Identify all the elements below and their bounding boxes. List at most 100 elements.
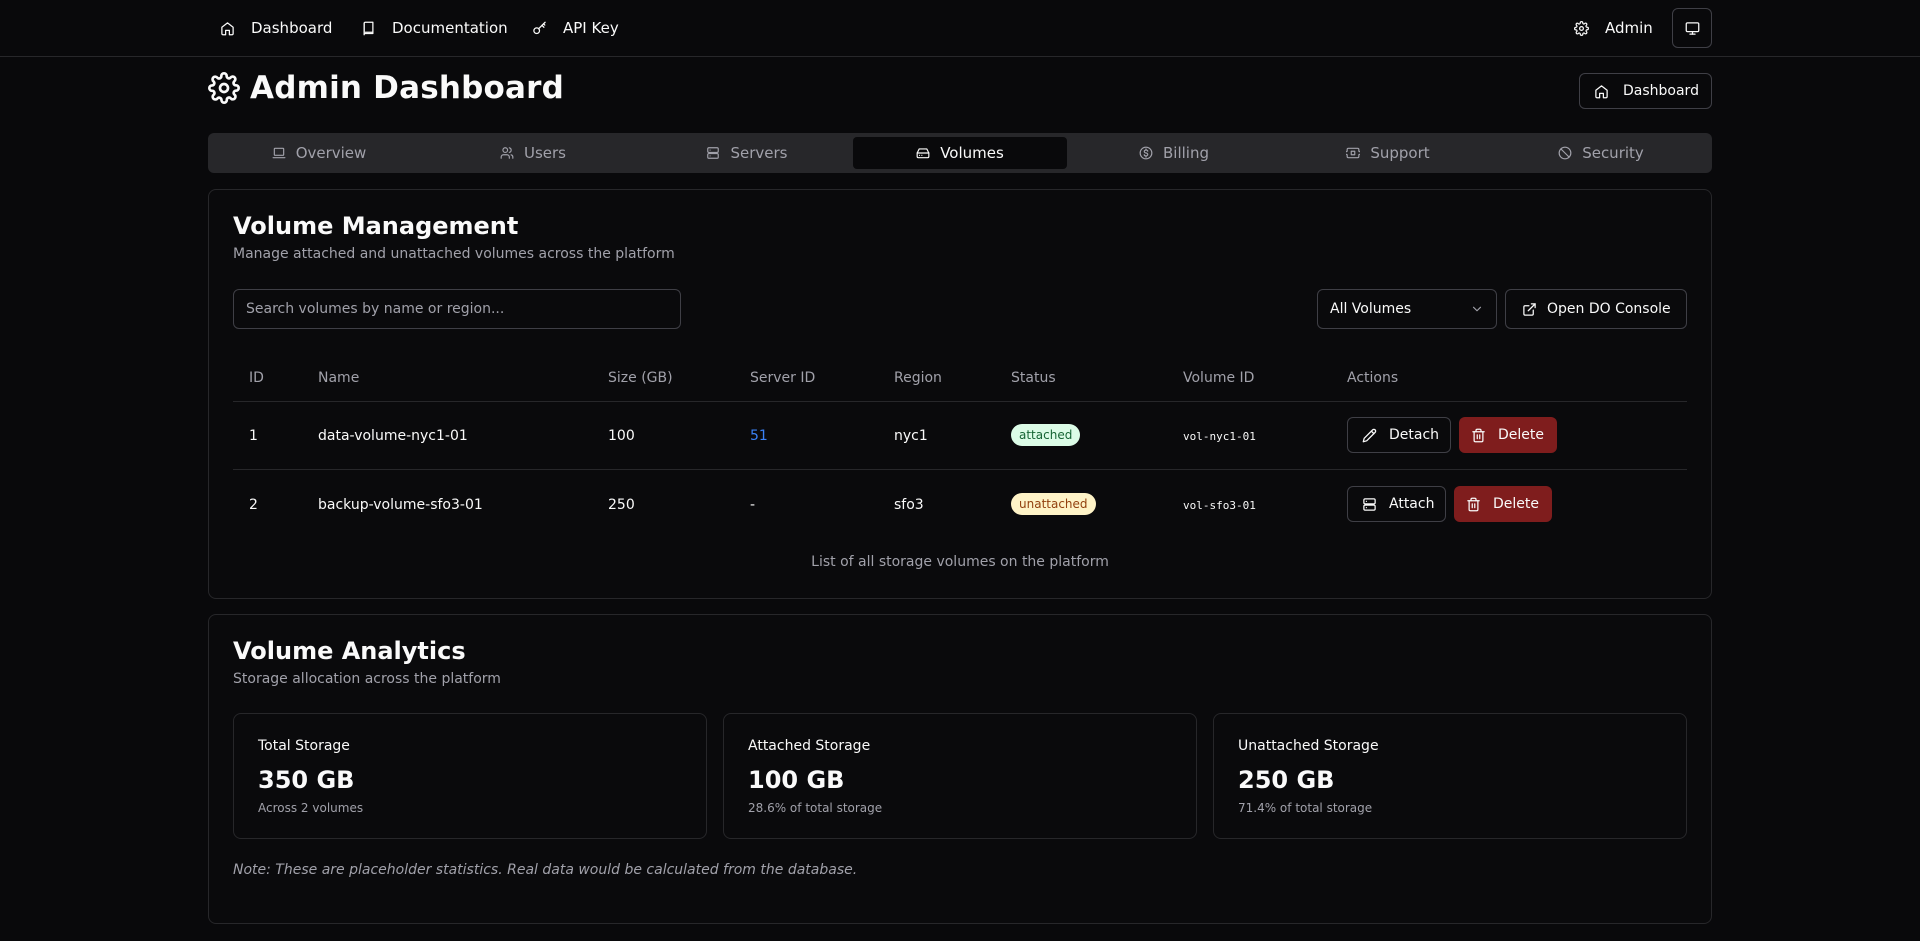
pencil-icon: [1362, 428, 1377, 443]
volume-filter-value: All Volumes: [1330, 301, 1412, 317]
nav-api-key-link[interactable]: API Key: [532, 0, 619, 56]
tab-overview-label: Overview: [295, 144, 367, 162]
column-header-size: Size (GB): [608, 370, 673, 386]
tab-security-label: Security: [1582, 144, 1644, 162]
stat-value: 350 GB: [258, 766, 355, 794]
volume-filter-select[interactable]: All Volumes: [1317, 289, 1497, 329]
cell-region: nyc1: [894, 428, 928, 444]
analytics-note: Note: These are placeholder statistics. …: [233, 862, 858, 878]
column-header-name: Name: [318, 370, 360, 386]
cell-region: sfo3: [894, 497, 924, 513]
cell-size: 100: [608, 428, 635, 444]
attach-button-label: Attach: [1389, 496, 1435, 512]
stat-unattached-storage: Unattached Storage 250 GB 71.4% of total…: [1213, 713, 1687, 839]
stat-label: Total Storage: [258, 738, 350, 754]
cell-volume-id: vol-sfo3-01: [1183, 499, 1256, 512]
nav-api-key-label: API Key: [563, 19, 619, 37]
delete-button[interactable]: Delete: [1454, 486, 1552, 522]
tab-billing-label: Billing: [1163, 144, 1209, 162]
tab-volumes-label: Volumes: [940, 144, 1004, 162]
stat-label: Attached Storage: [748, 738, 871, 754]
tab-overview[interactable]: Overview: [212, 137, 426, 169]
cell-id: 2: [249, 497, 258, 513]
chevron-down-icon: [1470, 302, 1484, 316]
nav-admin-label: Admin: [1605, 19, 1653, 37]
stat-label: Unattached Storage: [1238, 738, 1379, 754]
volume-analytics-subtitle: Storage allocation across the platform: [233, 671, 501, 687]
row-divider: [233, 469, 1687, 470]
tab-billing[interactable]: Billing: [1067, 137, 1281, 169]
stat-attached-storage: Attached Storage 100 GB 28.6% of total s…: [723, 713, 1197, 839]
server-icon: [706, 146, 720, 160]
hard-drive-icon: [916, 146, 930, 160]
admin-tabs: Overview Users Servers Volumes Billing S…: [208, 133, 1712, 173]
tab-users-label: Users: [523, 144, 566, 162]
nav-dashboard-label: Dashboard: [251, 19, 333, 37]
stat-note: Across 2 volumes: [258, 801, 364, 815]
top-navigation: Dashboard Documentation API Key Admin: [0, 0, 1920, 57]
trash-icon: [1471, 428, 1486, 443]
stat-value: 250 GB: [1238, 766, 1335, 794]
cell-id: 1: [249, 428, 258, 444]
page-header: Admin Dashboard: [208, 70, 564, 106]
tab-volumes[interactable]: Volumes: [853, 137, 1067, 169]
status-badge: attached: [1011, 424, 1081, 446]
delete-button-label: Delete: [1493, 496, 1539, 512]
home-icon: [220, 21, 235, 36]
delete-button-label: Delete: [1498, 427, 1544, 443]
key-icon: [532, 21, 547, 36]
trash-icon: [1466, 497, 1481, 512]
dashboard-button[interactable]: Dashboard: [1579, 73, 1712, 109]
status-badge: unattached: [1011, 493, 1096, 515]
ban-icon: [1558, 146, 1572, 160]
dollar-circle-icon: [1139, 146, 1153, 160]
volume-analytics-card: Volume Analytics Storage allocation acro…: [208, 614, 1712, 924]
volume-management-subtitle: Manage attached and unattached volumes a…: [233, 246, 675, 262]
tab-servers-label: Servers: [730, 144, 788, 162]
stat-note: 28.6% of total storage: [748, 801, 883, 815]
header-divider: [233, 401, 1687, 402]
ticket-icon: [1346, 146, 1361, 160]
tab-security[interactable]: Security: [1494, 137, 1708, 169]
cell-volume-id: vol-nyc1-01: [1183, 430, 1256, 443]
open-do-console-button[interactable]: Open DO Console: [1505, 289, 1687, 329]
column-header-actions: Actions: [1347, 370, 1399, 386]
home-icon: [1594, 84, 1609, 99]
stat-value: 100 GB: [748, 766, 845, 794]
tab-servers[interactable]: Servers: [640, 137, 854, 169]
server-id-link[interactable]: 51: [750, 428, 768, 444]
cell-name: data-volume-nyc1-01: [318, 428, 468, 444]
theme-toggle-button[interactable]: [1672, 8, 1712, 48]
detach-button[interactable]: Detach: [1347, 417, 1451, 453]
dashboard-button-label: Dashboard: [1623, 83, 1699, 99]
cell-size: 250: [608, 497, 635, 513]
open-do-console-label: Open DO Console: [1547, 301, 1671, 317]
book-icon: [361, 21, 376, 36]
nav-documentation-link[interactable]: Documentation: [361, 0, 508, 56]
stat-note: 71.4% of total storage: [1238, 801, 1373, 815]
nav-dashboard-link[interactable]: Dashboard: [220, 0, 332, 56]
monitor-icon: [1685, 21, 1700, 36]
gear-icon: [1574, 20, 1589, 36]
cell-name: backup-volume-sfo3-01: [318, 497, 483, 513]
tab-support[interactable]: Support: [1281, 137, 1495, 169]
tab-support-label: Support: [1370, 144, 1430, 162]
attach-button[interactable]: Attach: [1347, 486, 1446, 522]
column-header-status: Status: [1011, 370, 1056, 386]
page-title: Admin Dashboard: [250, 70, 565, 106]
nav-admin-link[interactable]: Admin: [1574, 0, 1653, 56]
volume-management-card: Volume Management Manage attached and un…: [208, 189, 1712, 599]
nav-documentation-label: Documentation: [392, 19, 508, 37]
delete-button[interactable]: Delete: [1459, 417, 1557, 453]
volume-management-title: Volume Management: [233, 212, 519, 240]
tab-users[interactable]: Users: [426, 137, 640, 169]
stat-total-storage: Total Storage 350 GB Across 2 volumes: [233, 713, 707, 839]
cell-server-id: -: [750, 497, 756, 513]
table-caption: List of all storage volumes on the platf…: [811, 554, 1109, 570]
laptop-icon: [272, 146, 286, 160]
column-header-id: ID: [249, 370, 264, 386]
volume-search-input[interactable]: [233, 289, 681, 329]
column-header-volume-id: Volume ID: [1183, 370, 1255, 386]
external-link-icon: [1522, 302, 1537, 317]
volume-analytics-title: Volume Analytics: [233, 637, 466, 665]
